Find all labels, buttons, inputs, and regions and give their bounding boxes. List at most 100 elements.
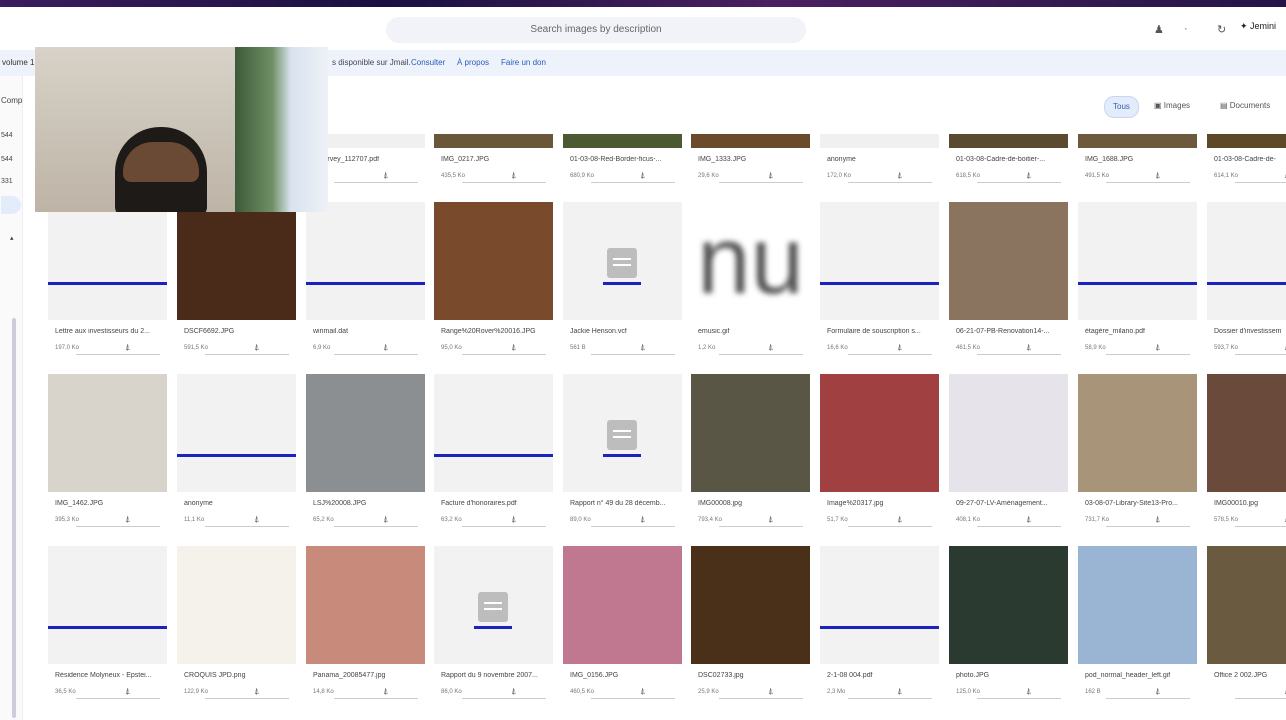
refresh-icon[interactable]: ↻ — [1217, 23, 1226, 36]
download-icon[interactable]: ⍋ — [383, 170, 388, 181]
file-thumbnail[interactable] — [820, 374, 939, 492]
file-thumbnail[interactable] — [434, 134, 553, 148]
file-thumbnail[interactable] — [177, 546, 296, 664]
file-card[interactable]: Formulaire de souscription s... 16,6 Ko ⍋ — [820, 202, 939, 362]
file-thumbnail[interactable] — [563, 546, 682, 664]
file-card[interactable]: étagère_milano.pdf 58,9 Ko ⍋ — [1078, 202, 1197, 362]
file-thumbnail[interactable] — [949, 134, 1068, 148]
dot-icon[interactable]: · — [1184, 23, 1188, 35]
file-thumbnail[interactable] — [1207, 202, 1286, 320]
file-card[interactable]: Lettre aux investisseurs du 2... 197,0 Ko… — [48, 202, 167, 362]
file-card[interactable]: Rapport du 9 novembre 2007... 86,0 Ko ⍋ — [434, 546, 553, 706]
filter-all[interactable]: Tous — [1104, 96, 1139, 118]
file-thumbnail[interactable] — [306, 374, 425, 492]
chevron-up-icon[interactable]: ▴ — [10, 234, 14, 242]
file-thumbnail[interactable] — [306, 202, 425, 320]
download-icon[interactable]: ⍋ — [1026, 686, 1031, 697]
consult-link[interactable]: Consulter — [411, 50, 445, 76]
file-thumbnail[interactable] — [691, 546, 810, 664]
search-input[interactable]: Search images by description — [386, 17, 806, 43]
filter-images[interactable]: ▣ Images — [1146, 96, 1198, 116]
download-icon[interactable]: ⍋ — [768, 514, 773, 525]
download-icon[interactable]: ⍋ — [640, 514, 645, 525]
download-icon[interactable]: ⍋ — [254, 342, 259, 353]
file-thumbnail[interactable] — [691, 374, 810, 492]
file-thumbnail[interactable] — [1207, 546, 1286, 664]
download-icon[interactable]: ⍋ — [125, 514, 130, 525]
file-thumbnail[interactable] — [820, 546, 939, 664]
file-card[interactable]: IMG00010.jpg578,5 Ko⍋ — [1207, 374, 1286, 534]
file-thumbnail[interactable] — [306, 546, 425, 664]
download-icon[interactable]: ⍋ — [768, 686, 773, 697]
file-card[interactable]: nu emusic.gif 1,2 Ko ⍋ — [691, 202, 810, 362]
donate-link[interactable]: Faire un don — [501, 50, 546, 76]
file-thumbnail[interactable] — [820, 134, 939, 148]
download-icon[interactable]: ⍋ — [254, 514, 259, 525]
sidebar-item-active[interactable] — [1, 196, 21, 214]
file-thumbnail[interactable] — [434, 546, 553, 664]
download-icon[interactable]: ⍋ — [640, 342, 645, 353]
file-card[interactable]: IMG_0217.JPG 435,5 Ko ⍋ — [434, 134, 553, 186]
file-thumbnail[interactable] — [1078, 546, 1197, 664]
download-icon[interactable]: ⍋ — [383, 342, 388, 353]
file-card[interactable]: 01-03-08-Cadre-de-boitier-... 618,5 Ko ⍋ — [949, 134, 1068, 186]
file-card[interactable]: DSCF6692.JPG 591,5 Ko ⍋ — [177, 202, 296, 362]
file-thumbnail[interactable] — [1078, 374, 1197, 492]
file-card[interactable]: IMG00008.jpg 793,4 Ko ⍋ — [691, 374, 810, 534]
file-thumbnail[interactable] — [48, 374, 167, 492]
download-icon[interactable]: ⍋ — [897, 342, 902, 353]
filter-documents[interactable]: ▤ Documents — [1212, 96, 1278, 116]
file-thumbnail[interactable] — [434, 202, 553, 320]
file-card[interactable]: 01-03-08-Red-Border-ficus-... 680,9 Ko ⍋ — [563, 134, 682, 186]
file-thumbnail[interactable] — [949, 546, 1068, 664]
file-card[interactable]: 09-27-07-LV-Aménagement... 408,1 Ko ⍋ — [949, 374, 1068, 534]
file-card[interactable]: Facture d'honoraires.pdf 63,2 Ko ⍋ — [434, 374, 553, 534]
download-icon[interactable]: ⍋ — [768, 170, 773, 181]
download-icon[interactable]: ⍋ — [125, 686, 130, 697]
download-icon[interactable]: ⍋ — [511, 170, 516, 181]
file-card[interactable]: IMG_1462.JPG 395,3 Ko ⍋ — [48, 374, 167, 534]
download-icon[interactable]: ⍋ — [640, 686, 645, 697]
file-thumbnail[interactable]: nu — [691, 202, 810, 320]
file-thumbnail[interactable] — [1078, 134, 1197, 148]
file-card[interactable]: Rapport n° 49 du 28 décemb... 89,0 Ko ⍋ — [563, 374, 682, 534]
file-thumbnail[interactable] — [177, 202, 296, 320]
download-icon[interactable]: ⍋ — [897, 686, 902, 697]
file-thumbnail[interactable] — [820, 202, 939, 320]
file-card[interactable]: Range%20Rover%20016.JPG 95,0 Ko ⍋ — [434, 202, 553, 362]
file-thumbnail[interactable] — [563, 134, 682, 148]
file-card[interactable]: 01-03-08-Cadre-de-614,1 Ko⍋ — [1207, 134, 1286, 186]
file-thumbnail[interactable] — [563, 202, 682, 320]
file-card[interactable]: Panama_20085477.jpg 14,8 Ko ⍋ — [306, 546, 425, 706]
file-card[interactable]: winmail.dat 6,9 Ko ⍋ — [306, 202, 425, 362]
file-thumbnail[interactable] — [691, 134, 810, 148]
download-icon[interactable]: ⍋ — [511, 342, 516, 353]
file-thumbnail[interactable] — [1078, 202, 1197, 320]
file-card[interactable]: DSC02733.jpg 25,9 Ko ⍋ — [691, 546, 810, 706]
file-thumbnail[interactable] — [563, 374, 682, 492]
file-card[interactable]: photo.JPG 125,0 Ko ⍋ — [949, 546, 1068, 706]
file-card[interactable]: LSJ%20008.JPG 65,2 Ko ⍋ — [306, 374, 425, 534]
file-thumbnail[interactable] — [434, 374, 553, 492]
file-card[interactable]: IMG_0156.JPG 460,5 Ko ⍋ — [563, 546, 682, 706]
file-thumbnail[interactable] — [48, 202, 167, 320]
download-icon[interactable]: ⍋ — [1155, 686, 1160, 697]
download-icon[interactable]: ⍋ — [254, 686, 259, 697]
file-card[interactable]: CROQUIS JPD.png 122,9 Ko ⍋ — [177, 546, 296, 706]
download-icon[interactable]: ⍋ — [1026, 170, 1031, 181]
download-icon[interactable]: ⍋ — [511, 514, 516, 525]
file-card[interactable]: 2-1-08 004.pdf 2,3 Mo ⍋ — [820, 546, 939, 706]
download-icon[interactable]: ⍋ — [897, 514, 902, 525]
file-thumbnail[interactable] — [1207, 374, 1286, 492]
scrollbar[interactable] — [12, 318, 16, 718]
download-icon[interactable]: ⍋ — [511, 686, 516, 697]
file-card[interactable]: IMG_1333.JPG 29,6 Ko ⍋ — [691, 134, 810, 186]
download-icon[interactable]: ⍋ — [383, 514, 388, 525]
file-card[interactable]: Office 2 002.JPG⍋ — [1207, 546, 1286, 706]
file-thumbnail[interactable] — [949, 374, 1068, 492]
download-icon[interactable]: ⍋ — [383, 686, 388, 697]
download-icon[interactable]: ⍋ — [1026, 342, 1031, 353]
jemini-button[interactable]: ✦ Jemini — [1240, 21, 1276, 32]
download-icon[interactable]: ⍋ — [1155, 514, 1160, 525]
download-icon[interactable]: ⍋ — [1155, 170, 1160, 181]
